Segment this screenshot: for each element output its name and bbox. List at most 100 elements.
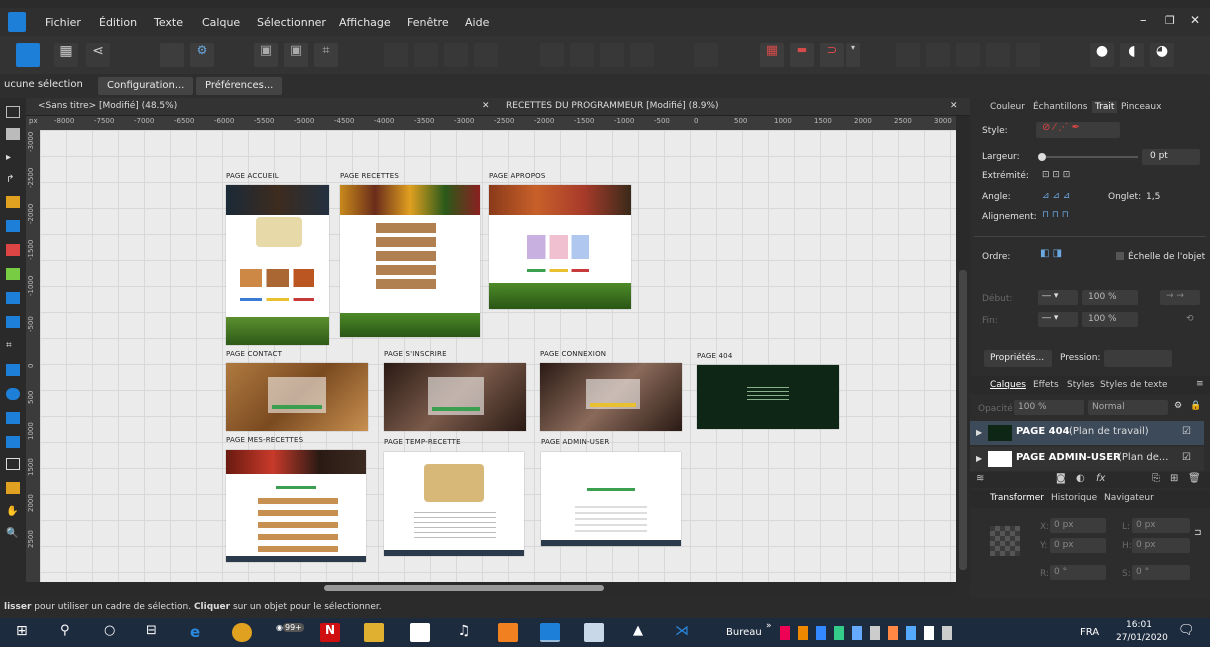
boolean-intersect-icon[interactable] <box>956 43 980 67</box>
artboard-mes-recettes[interactable] <box>226 450 366 562</box>
layer-row[interactable]: ▶ PAGE ADMIN-USER (Plan de... ☑ <box>970 447 1204 471</box>
shear-field[interactable]: 0 ° <box>1132 565 1190 580</box>
close-window-icon[interactable]: ✕ <box>1190 13 1200 27</box>
affinity-taskbar-icon[interactable] <box>540 623 560 642</box>
tab-effets[interactable]: Effets <box>1033 380 1059 390</box>
expand-icon[interactable]: ▶ <box>976 454 982 463</box>
end-scale-field[interactable]: 100 % <box>1082 312 1138 327</box>
menu-affichage[interactable]: Affichage <box>339 16 391 29</box>
snap-grid-icon[interactable]: ▣ <box>254 43 278 67</box>
reset-icon[interactable]: ⟲ <box>1186 314 1194 324</box>
tab-couleur[interactable]: Couleur <box>990 102 1025 112</box>
tab-calques[interactable]: Calques <box>990 380 1026 390</box>
snapping-dropdown-icon[interactable]: ▾ <box>846 43 860 67</box>
artboard-canvas[interactable]: PAGE ACCUEIL PAGE RECETTES PAGE APROPOS … <box>40 130 956 582</box>
width-slider-thumb[interactable] <box>1038 153 1046 161</box>
artboard-tool-icon[interactable]: ▸ <box>6 152 20 164</box>
pressure-field[interactable] <box>1104 350 1172 367</box>
boolean-xor-icon[interactable] <box>986 43 1010 67</box>
snap-bounds-icon[interactable]: ▣ <box>284 43 308 67</box>
snap-points-icon[interactable]: ⌗ <box>314 43 338 67</box>
clock-date[interactable]: 27/01/2020 <box>1116 633 1168 643</box>
align-center-icon[interactable] <box>570 43 594 67</box>
artboard-accueil[interactable] <box>226 185 329 345</box>
start-arrow-select[interactable]: ― ▾ <box>1038 290 1078 305</box>
menu-fichier[interactable]: Fichier <box>45 16 81 29</box>
text-frame-tool-icon[interactable] <box>6 458 20 470</box>
pencil-tool-icon[interactable] <box>6 220 20 232</box>
group-icon[interactable]: ⊞ <box>1170 473 1178 484</box>
cap-buttons[interactable]: ⊡ ⊡ ⊡ <box>1042 170 1096 184</box>
minimize-icon[interactable]: – <box>1140 13 1147 28</box>
designer-persona-icon[interactable] <box>16 43 40 67</box>
pixel-persona-icon[interactable]: ▦ <box>54 43 78 67</box>
tab-styles[interactable]: Styles <box>1067 380 1094 390</box>
tab-navigateur[interactable]: Navigateur <box>1104 493 1154 503</box>
configuration-button[interactable]: Configuration... <box>98 77 194 95</box>
hand-tool-icon[interactable]: ⚙ <box>190 43 214 67</box>
arrange-front-icon[interactable] <box>384 43 408 67</box>
miter-value[interactable]: 1,5 <box>1146 192 1160 202</box>
artboard-temp-recette[interactable] <box>384 452 524 556</box>
app-icon[interactable] <box>498 623 518 642</box>
lock-icon[interactable]: 🔒 <box>1190 401 1201 411</box>
system-tray-icons[interactable] <box>780 626 1070 640</box>
artboard-contact[interactable] <box>226 363 368 431</box>
tab-trait[interactable]: Trait <box>1092 101 1118 113</box>
export-persona-icon[interactable]: ⋖ <box>86 43 110 67</box>
chrome-icon[interactable] <box>232 623 252 642</box>
tab-transformer[interactable]: Transformer <box>990 493 1044 503</box>
badge-app-icon[interactable]: ◉ 99+ <box>276 623 306 642</box>
netflix-icon[interactable]: N <box>320 623 340 642</box>
artboard-inscrire[interactable] <box>384 363 526 431</box>
join-buttons[interactable]: ⊿ ⊿ ⊿ <box>1042 191 1096 205</box>
properties-button[interactable]: Propriétés... <box>984 350 1052 367</box>
brush-tool-icon[interactable] <box>6 244 20 256</box>
y-field[interactable]: 0 px <box>1050 538 1106 553</box>
width-slider[interactable] <box>1042 156 1138 158</box>
rounded-rect-tool-icon[interactable] <box>6 412 20 424</box>
swap-arrows-button[interactable]: → → <box>1160 290 1200 305</box>
artboard-recettes[interactable] <box>340 185 480 337</box>
artistic-text-tool-icon[interactable] <box>6 482 20 494</box>
menu-edition[interactable]: Édition <box>99 16 137 29</box>
notifications-icon[interactable]: 🗨 <box>1178 623 1198 642</box>
close-tab-icon[interactable]: ✕ <box>482 101 490 111</box>
boolean-subtract-icon[interactable] <box>926 43 950 67</box>
tab-pinceaux[interactable]: Pinceaux <box>1121 102 1161 112</box>
shape-tool-icon[interactable] <box>6 436 20 448</box>
menu-calque[interactable]: Calque <box>202 16 240 29</box>
tab-echantillons[interactable]: Échantillons <box>1033 102 1088 112</box>
pen-tool-icon[interactable] <box>6 196 20 208</box>
photos-icon[interactable] <box>584 623 604 642</box>
transparency-tool-icon[interactable] <box>6 292 20 304</box>
windows-start-icon[interactable]: ⊞ <box>16 623 36 642</box>
horizontal-scroll-thumb[interactable] <box>324 585 604 591</box>
tab-styles-texte[interactable]: Styles de texte <box>1100 380 1168 390</box>
close-tab-icon[interactable]: ✕ <box>950 101 958 111</box>
opacity-field[interactable]: 100 % <box>1014 400 1084 415</box>
add-layer-icon[interactable]: ⎘ <box>1152 473 1160 484</box>
fill-tool-icon[interactable] <box>6 268 20 280</box>
preferences-icon[interactable]: ◕ <box>1150 43 1174 67</box>
snapping-grid-icon[interactable]: ▦ <box>760 43 784 67</box>
visibility-checkbox[interactable]: ☑ <box>1182 426 1191 437</box>
mountain-icon[interactable]: ▲ <box>628 623 648 642</box>
end-arrow-select[interactable]: ― ▾ <box>1038 312 1078 327</box>
node-tool-icon[interactable] <box>6 128 20 140</box>
desktop-label[interactable]: Bureau <box>726 627 762 638</box>
cortana-icon[interactable]: ○ <box>104 623 124 642</box>
rotation-field[interactable]: 0 ° <box>1050 565 1106 580</box>
preferences-button[interactable]: Préférences... <box>196 77 283 95</box>
align-right-icon[interactable] <box>600 43 624 67</box>
menu-selectionner[interactable]: Sélectionner <box>257 16 326 29</box>
crop-tool-icon[interactable]: ⌗ <box>6 340 20 352</box>
artboard-404[interactable] <box>697 365 839 429</box>
start-scale-field[interactable]: 100 % <box>1082 290 1138 305</box>
artboard-admin-user[interactable] <box>541 452 681 546</box>
flip-icon[interactable] <box>694 43 718 67</box>
clock-time[interactable]: 16:01 <box>1126 620 1152 630</box>
search-icon[interactable]: ⚲ <box>60 623 80 642</box>
snapping-magnet-icon[interactable]: ⊃ <box>820 43 844 67</box>
menu-texte[interactable]: Texte <box>154 16 183 29</box>
